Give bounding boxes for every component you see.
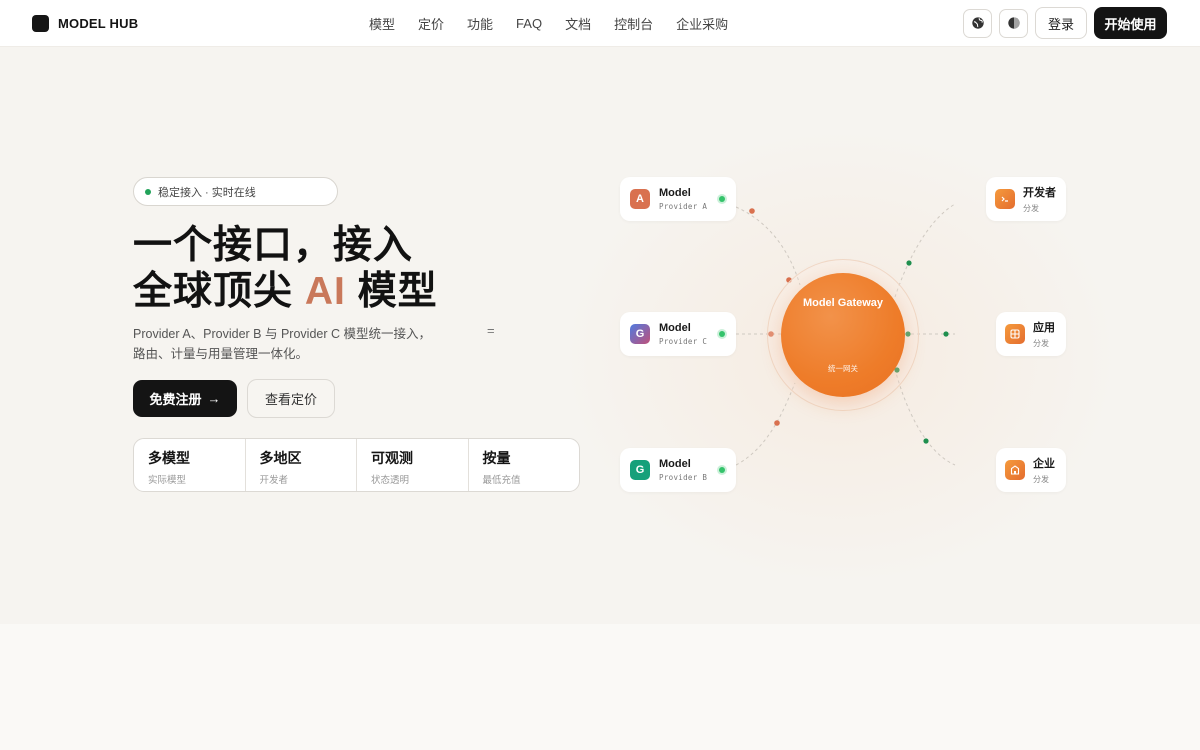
brand-name: MODEL HUB: [58, 15, 139, 31]
letter-g-icon: G: [630, 324, 650, 344]
language-button[interactable]: [963, 8, 992, 38]
top-nav: MODEL HUB 模型 定价 功能 FAQ 文档 控制台 企业采购 登录 开始…: [0, 0, 1200, 47]
building-icon: [1005, 460, 1025, 480]
online-dot: [719, 196, 725, 202]
gateway-title: Model Gateway: [802, 297, 884, 309]
output-card-title: 企业: [1033, 458, 1055, 470]
output-card-developers[interactable]: 开发者 分发: [986, 177, 1066, 221]
model-card-title: Model: [659, 322, 691, 334]
nav-actions: 登录 开始使用: [963, 7, 1167, 39]
lower-section: [0, 624, 1200, 750]
login-button[interactable]: 登录: [1035, 7, 1087, 39]
brand-logo: [32, 14, 49, 32]
online-dot: [719, 331, 725, 337]
model-card-title: Model: [659, 187, 691, 199]
theme-toggle-button[interactable]: [999, 8, 1028, 38]
half-moon-icon: [1007, 17, 1020, 29]
model-card-provider: Provider A: [659, 202, 708, 211]
model-gateway-node[interactable]: Model Gateway 统一网关: [781, 273, 905, 397]
terminal-icon: [995, 189, 1015, 209]
globe-icon: [971, 17, 984, 29]
output-card-enterprise[interactable]: 企业 分发: [996, 448, 1066, 492]
output-card-sub: 分发: [1033, 475, 1049, 484]
nav-links: 模型 定价 功能 FAQ 文档 控制台 企业采购: [369, 0, 728, 47]
output-card-apps[interactable]: 应用 分发: [996, 312, 1066, 356]
gateway-diagram: A Model Provider A G Model Provider C G …: [0, 47, 1200, 624]
output-card-sub: 分发: [1023, 204, 1039, 213]
model-card-text: Model Provider B: [659, 458, 707, 482]
online-dot: [719, 467, 725, 473]
output-card-sub: 分发: [1033, 339, 1049, 348]
nav-link-console[interactable]: 控制台: [614, 14, 653, 33]
model-card-title: Model: [659, 458, 691, 470]
letter-g-icon: G: [630, 460, 650, 480]
output-card-text: 开发者 分发: [1023, 184, 1056, 214]
hero-section: 稳定接入 · 实时在线 一个接口，接入 全球顶尖 AI 模型 Provider …: [0, 47, 1200, 624]
output-card-text: 应用 分发: [1033, 319, 1055, 349]
nav-link-faq[interactable]: FAQ: [516, 16, 542, 31]
start-button[interactable]: 开始使用: [1094, 7, 1167, 39]
nav-link-docs[interactable]: 文档: [565, 14, 591, 33]
output-card-title: 应用: [1033, 322, 1055, 334]
model-card-text: Model Provider C: [659, 322, 707, 346]
model-card-provider: Provider C: [659, 337, 708, 346]
nav-link-pricing[interactable]: 定价: [418, 14, 444, 33]
nav-link-models[interactable]: 模型: [369, 14, 395, 33]
nav-link-features[interactable]: 功能: [467, 14, 493, 33]
letter-a-icon: A: [630, 189, 650, 209]
output-card-text: 企业 分发: [1033, 455, 1055, 485]
output-card-title: 开发者: [1023, 187, 1056, 199]
model-card-provider: Provider B: [659, 473, 708, 482]
model-card-text: Model Provider A: [659, 187, 707, 211]
brand[interactable]: MODEL HUB: [32, 14, 139, 32]
grid-icon: [1005, 324, 1025, 344]
nav-link-enterprise[interactable]: 企业采购: [676, 14, 728, 33]
gateway-subtitle: 统一网关: [828, 364, 858, 373]
